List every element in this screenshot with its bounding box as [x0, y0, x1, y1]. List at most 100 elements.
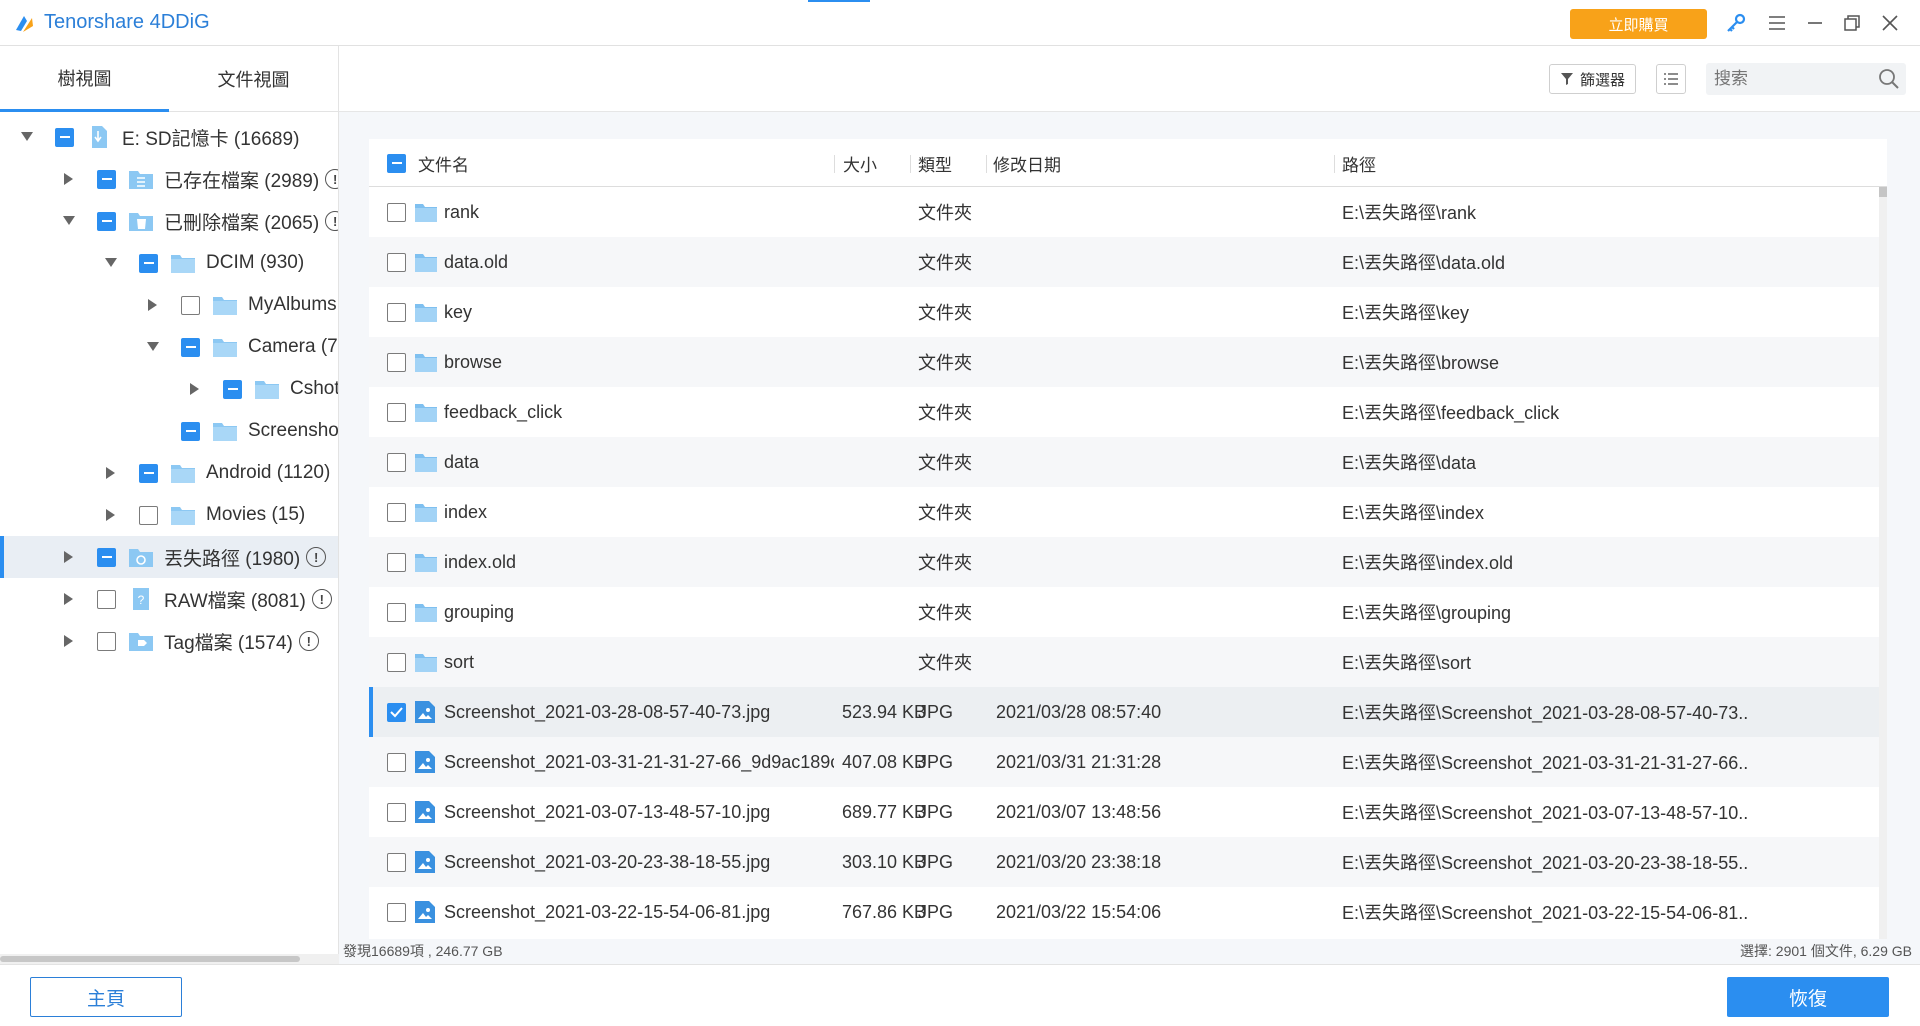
buy-now-button[interactable]: 立即購買 [1570, 9, 1707, 39]
tree-checkbox[interactable] [55, 127, 74, 147]
tree-checkbox[interactable] [97, 631, 116, 651]
caret-down-icon[interactable] [104, 256, 118, 270]
tree-node[interactable]: 已存在檔案 (2989)! [0, 158, 338, 200]
caret-right-icon[interactable] [62, 172, 76, 186]
row-checkbox-cell[interactable] [387, 437, 406, 487]
menu-icon[interactable] [1765, 11, 1789, 35]
search-icon[interactable] [1878, 68, 1900, 90]
row-checkbox[interactable] [387, 302, 406, 322]
row-checkbox[interactable] [387, 502, 406, 522]
tree-node[interactable]: Movies (15) [0, 494, 338, 536]
column-header-path[interactable]: 路徑 [1342, 139, 1376, 187]
table-row[interactable]: Screenshot_2021-03-07-13-48-57-10.jpg 689… [369, 787, 1879, 837]
row-checkbox-cell[interactable] [387, 787, 406, 837]
minimize-icon[interactable] [1803, 11, 1827, 35]
info-icon[interactable]: ! [311, 589, 332, 609]
home-button[interactable]: 主頁 [30, 977, 182, 1017]
row-checkbox[interactable] [387, 852, 406, 872]
row-checkbox-cell[interactable] [387, 637, 406, 687]
tree-checkbox[interactable] [181, 421, 200, 441]
select-all-checkbox-cell[interactable] [387, 139, 406, 187]
table-row[interactable]: feedback_click 文件夾 E:\丟失路徑\feedback_click [369, 387, 1879, 437]
row-checkbox[interactable] [387, 452, 406, 472]
row-checkbox[interactable] [387, 352, 406, 372]
row-checkbox[interactable] [387, 402, 406, 422]
row-checkbox[interactable] [387, 652, 406, 672]
column-divider[interactable] [834, 155, 835, 173]
restore-icon[interactable] [1840, 11, 1864, 35]
table-row[interactable]: browse 文件夾 E:\丟失路徑\browse [369, 337, 1879, 387]
scrollbar-thumb[interactable] [0, 956, 300, 962]
tab-tree-view[interactable]: 樹視圖 [0, 46, 169, 112]
row-checkbox-cell[interactable] [387, 837, 406, 887]
caret-down-icon[interactable] [146, 340, 160, 354]
tree-checkbox[interactable] [139, 463, 158, 483]
row-checkbox[interactable] [387, 202, 406, 222]
row-checkbox[interactable] [387, 902, 406, 922]
tree-checkbox[interactable] [97, 547, 116, 567]
row-checkbox-cell[interactable] [387, 887, 406, 937]
column-divider[interactable] [1334, 155, 1335, 173]
caret-right-icon[interactable] [62, 550, 76, 564]
row-checkbox-cell[interactable] [387, 587, 406, 637]
tree-node[interactable]: DCIM (930) [0, 242, 338, 284]
table-row[interactable]: grouping 文件夾 E:\丟失路徑\grouping [369, 587, 1879, 637]
row-checkbox-cell[interactable] [387, 187, 406, 237]
table-row[interactable]: data.old 文件夾 E:\丟失路徑\data.old [369, 237, 1879, 287]
search-box[interactable] [1706, 63, 1906, 95]
table-row[interactable]: Screenshot_2021-03-31-21-31-27-66_9d9ac1… [369, 737, 1879, 787]
caret-right-icon[interactable] [104, 508, 118, 522]
column-header-date[interactable]: 修改日期 [993, 139, 1061, 187]
column-divider[interactable] [910, 155, 911, 173]
row-checkbox-cell[interactable] [387, 387, 406, 437]
table-row[interactable]: Screenshot_2021-03-22-15-54-06-81.jpg 767… [369, 887, 1879, 937]
tree-node[interactable]: Camera (792 [0, 326, 338, 368]
tree-checkbox[interactable] [97, 169, 116, 189]
info-icon[interactable]: ! [325, 211, 338, 231]
row-checkbox-cell[interactable] [387, 537, 406, 587]
info-icon[interactable]: ! [298, 631, 319, 651]
caret-down-icon[interactable] [62, 214, 76, 228]
table-row[interactable]: index.old 文件夾 E:\丟失路徑\index.old [369, 537, 1879, 587]
sidebar-horizontal-scrollbar[interactable] [0, 954, 339, 964]
table-row[interactable]: data 文件夾 E:\丟失路徑\data [369, 437, 1879, 487]
caret-right-icon[interactable] [104, 466, 118, 480]
row-checkbox[interactable] [387, 602, 406, 622]
info-icon[interactable]: ! [306, 547, 327, 567]
row-checkbox[interactable] [387, 702, 406, 722]
tree-node[interactable]: Cshot ( [0, 368, 338, 410]
column-header-name[interactable]: 文件名 [418, 139, 469, 187]
table-row[interactable]: sort 文件夾 E:\丟失路徑\sort [369, 637, 1879, 687]
row-checkbox-cell[interactable] [387, 687, 406, 737]
caret-right-icon[interactable] [188, 382, 202, 396]
tree-node[interactable]: Tag檔案 (1574)! [0, 620, 338, 662]
column-divider[interactable] [986, 155, 987, 173]
tree-checkbox[interactable] [139, 505, 158, 525]
scrollbar-thumb[interactable] [1879, 187, 1887, 197]
tab-file-view[interactable]: 文件視圖 [169, 46, 338, 112]
tree-checkbox[interactable] [139, 253, 158, 273]
row-checkbox-cell[interactable] [387, 487, 406, 537]
close-icon[interactable] [1878, 11, 1902, 35]
tree-node[interactable]: 丟失路徑 (1980)! [0, 536, 338, 578]
caret-right-icon[interactable] [146, 298, 160, 312]
table-row[interactable]: Screenshot_2021-03-28-08-57-40-73.jpg 523… [369, 687, 1879, 737]
table-vertical-scrollbar[interactable] [1879, 187, 1887, 939]
search-input[interactable] [1714, 63, 1864, 95]
column-header-type[interactable]: 類型 [918, 139, 952, 187]
filter-button[interactable]: 篩選器 [1549, 64, 1636, 94]
tree-node[interactable]: E: SD記憶卡 (16689) [0, 116, 338, 158]
row-checkbox[interactable] [387, 802, 406, 822]
row-checkbox-cell[interactable] [387, 337, 406, 387]
caret-right-icon[interactable] [62, 592, 76, 606]
table-row[interactable]: rank 文件夾 E:\丟失路徑\rank [369, 187, 1879, 237]
row-checkbox[interactable] [387, 552, 406, 572]
info-icon[interactable]: ! [325, 169, 338, 189]
tree-node[interactable]: Android (1120) [0, 452, 338, 494]
tree-checkbox[interactable] [97, 211, 116, 231]
key-icon[interactable] [1723, 12, 1747, 36]
row-checkbox-cell[interactable] [387, 237, 406, 287]
row-checkbox[interactable] [387, 752, 406, 772]
tree-checkbox[interactable] [181, 337, 200, 357]
tree-checkbox[interactable] [97, 589, 116, 609]
